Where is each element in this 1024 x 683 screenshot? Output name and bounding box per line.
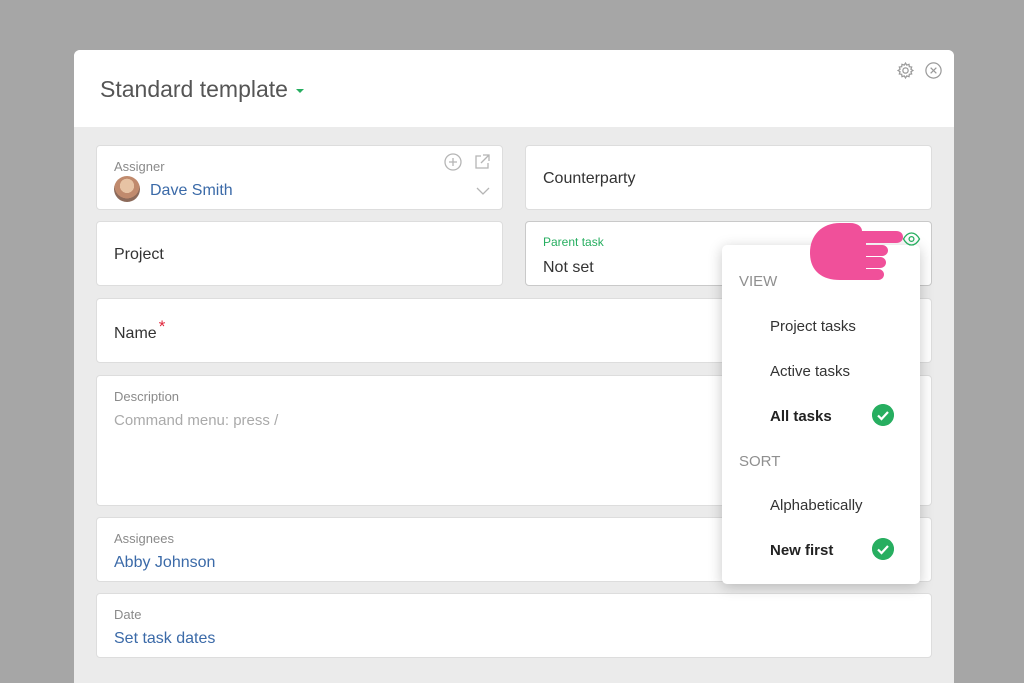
description-placeholder[interactable]: Command menu: press / (114, 412, 278, 429)
assignees-label: Assignees (114, 531, 174, 546)
assignees-value[interactable]: Abby Johnson (114, 554, 215, 572)
modal-header: Standard template (74, 50, 954, 127)
option-active-tasks[interactable]: Active tasks (770, 363, 850, 380)
counterparty-field[interactable]: Counterparty (525, 145, 932, 210)
pointing-hand-icon (810, 223, 903, 280)
date-value[interactable]: Set task dates (114, 630, 215, 648)
checkmark-icon (872, 404, 894, 426)
view-section-heading: VIEW (739, 273, 778, 290)
checkmark-icon (872, 538, 894, 560)
add-circle-icon[interactable] (443, 152, 463, 172)
view-sort-dropdown: VIEW Project tasks Active tasks All task… (722, 245, 920, 584)
option-all-tasks[interactable]: All tasks (770, 408, 832, 425)
eye-icon[interactable] (902, 231, 921, 247)
option-alphabetically[interactable]: Alphabetically (770, 497, 863, 514)
project-field[interactable]: Project (96, 221, 503, 286)
sort-section-heading: SORT (739, 453, 781, 470)
chevron-down-icon[interactable] (473, 181, 493, 201)
name-label-wrap: Name * (114, 317, 165, 343)
parent-task-label: Parent task (543, 235, 604, 249)
required-marker: * (158, 317, 166, 336)
close-icon[interactable] (924, 61, 943, 80)
template-selector[interactable]: Standard template (100, 76, 304, 103)
option-new-first[interactable]: New first (770, 542, 833, 559)
project-label: Project (114, 246, 164, 263)
date-field[interactable]: Date Set task dates (96, 593, 932, 658)
gear-icon[interactable] (896, 61, 915, 80)
description-label: Description (114, 389, 180, 404)
assigner-field[interactable]: Assigner Dave Smith (96, 145, 503, 210)
assigner-label: Assigner (114, 159, 165, 174)
date-label: Date (114, 607, 142, 622)
open-external-icon[interactable] (472, 152, 492, 172)
name-label: Name (114, 325, 157, 342)
modal-title: Standard template (100, 76, 288, 102)
parent-task-value: Not set (543, 259, 594, 276)
chevron-down-icon (295, 88, 304, 93)
counterparty-label: Counterparty (543, 170, 636, 187)
avatar (114, 176, 140, 202)
assigner-value[interactable]: Dave Smith (150, 182, 233, 200)
option-project-tasks[interactable]: Project tasks (770, 318, 856, 335)
